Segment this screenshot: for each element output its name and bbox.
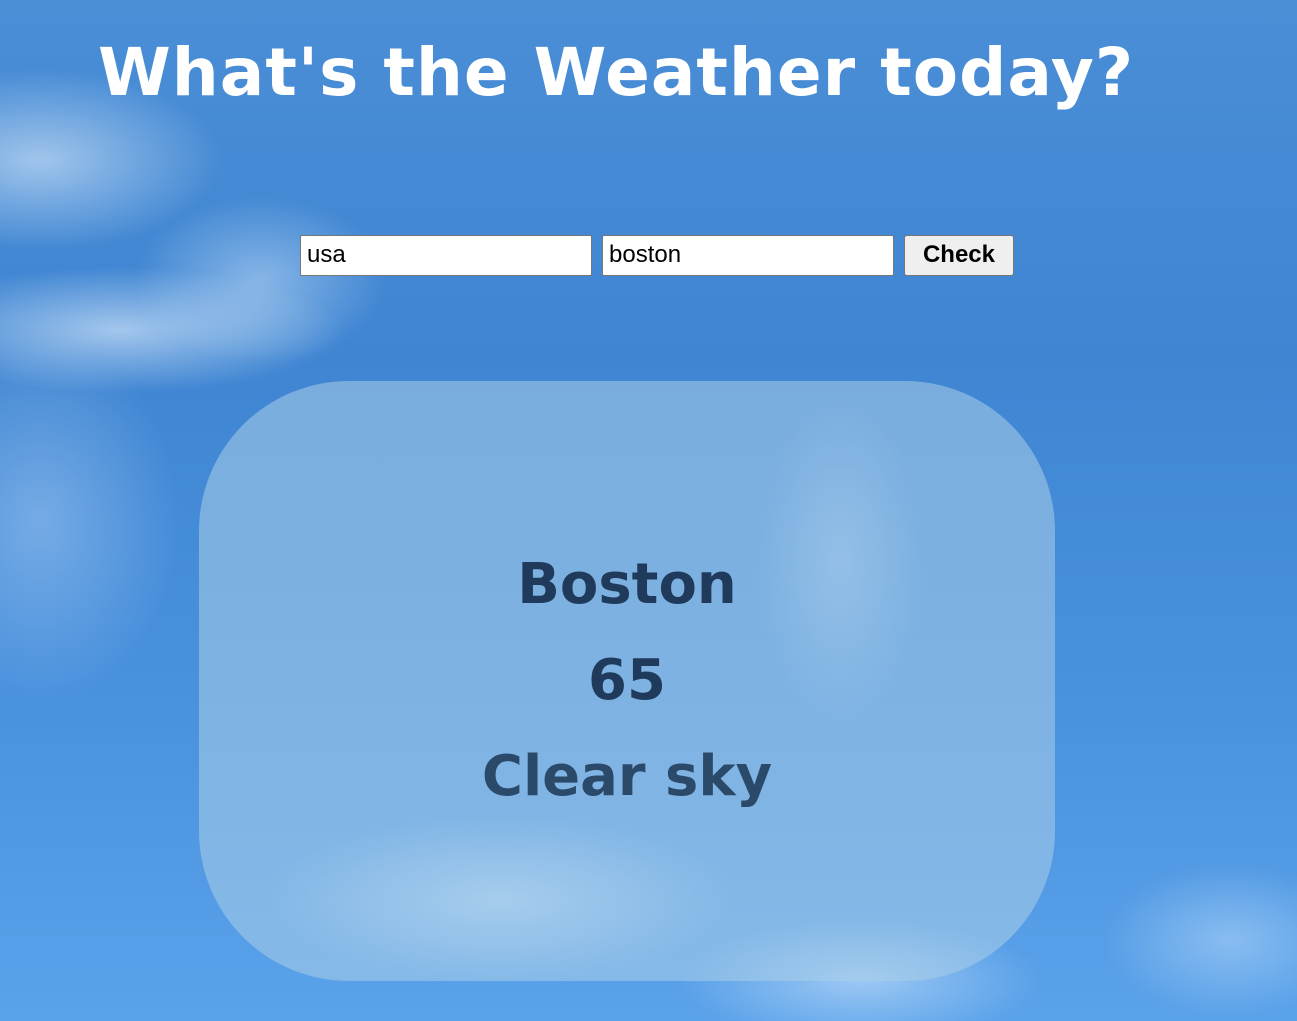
city-input[interactable] [602,234,894,276]
weather-app-page: { "header": { "title": "What's the Weath… [0,0,1297,1021]
country-input[interactable] [300,234,592,276]
page-title: What's the Weather today? [98,34,1135,111]
result-city: Boston [517,552,737,617]
result-temperature: 65 [588,648,666,713]
check-button[interactable]: Check [904,234,1014,276]
weather-result-card: Boston 65 Clear sky [199,381,1055,981]
search-form: Check [300,234,1014,276]
result-description: Clear sky [481,744,773,809]
